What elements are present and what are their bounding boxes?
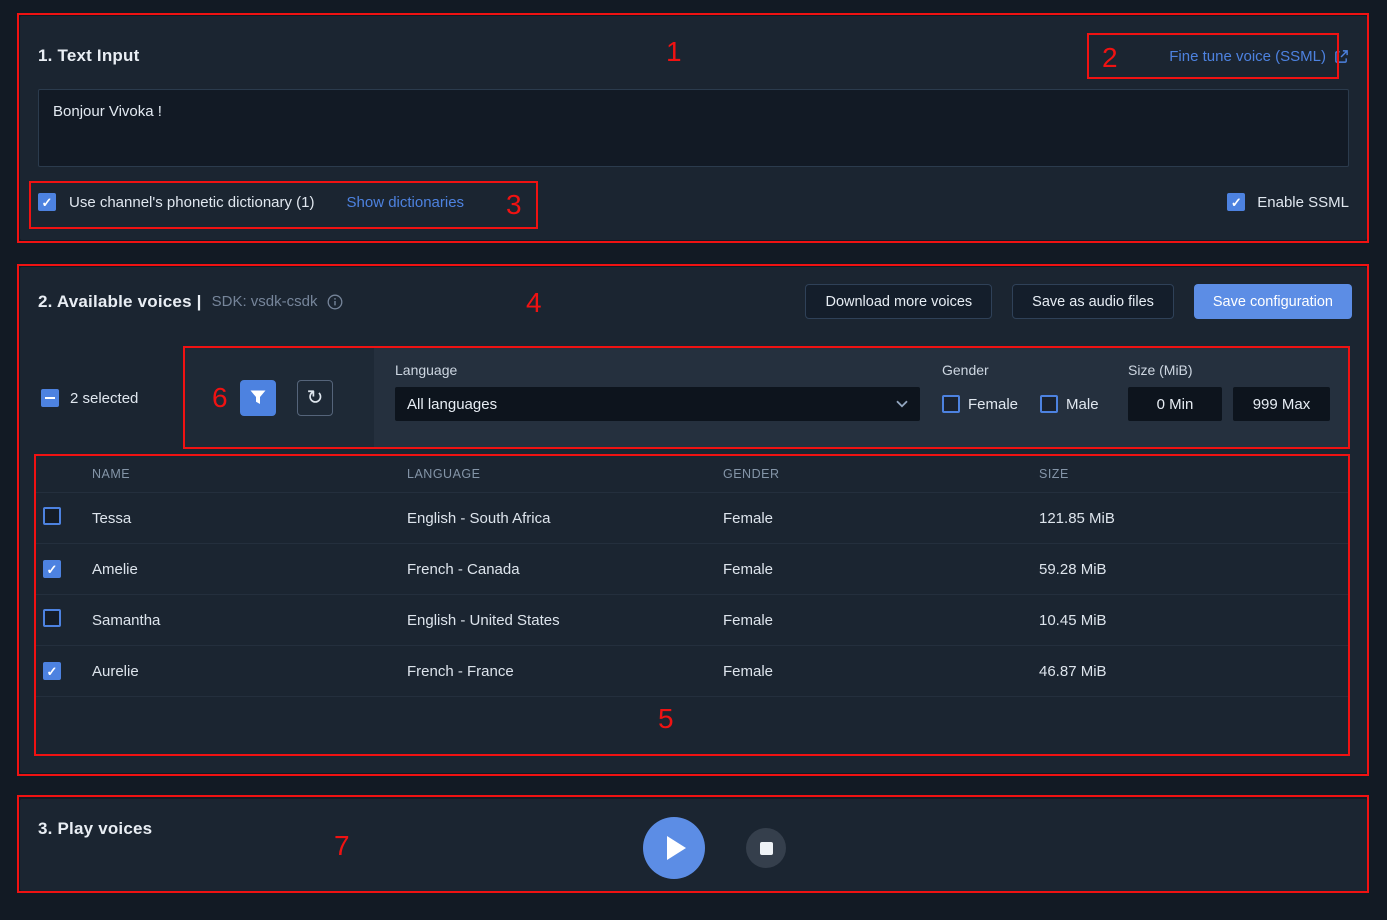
voice-size: 59.28 MiB (1039, 561, 1349, 578)
column-header-language: LANGUAGE (407, 467, 723, 481)
voice-name: Aurelie (92, 663, 407, 680)
voice-language: English - United States (407, 612, 723, 629)
show-dictionaries-link[interactable]: Show dictionaries (347, 194, 465, 211)
filter-toolbar: ↻ Language All languages Gender (184, 347, 1350, 448)
play-icon (667, 836, 686, 860)
phonetic-dictionary-checkbox[interactable] (38, 193, 56, 211)
fine-tune-ssml-label: Fine tune voice (SSML) (1169, 48, 1326, 65)
voice-gender: Female (723, 612, 1039, 629)
text-input-area[interactable]: Bonjour Vivoka ! (38, 89, 1349, 167)
voice-row: Tessa English - South Africa Female 121.… (35, 492, 1349, 543)
info-icon[interactable] (327, 294, 343, 310)
save-audio-files-button[interactable]: Save as audio files (1012, 284, 1174, 319)
voice-size: 121.85 MiB (1039, 510, 1349, 527)
voice-row-checkbox[interactable] (43, 560, 61, 578)
male-label: Male (1066, 396, 1099, 413)
voice-gender: Female (723, 561, 1039, 578)
enable-ssml-checkbox[interactable] (1227, 193, 1245, 211)
stop-button[interactable] (746, 828, 786, 868)
voice-name: Amelie (92, 561, 407, 578)
female-checkbox[interactable] (942, 395, 960, 413)
voice-row: Samantha English - United States Female … (35, 594, 1349, 645)
refresh-icon: ↻ (307, 388, 324, 408)
text-input-section: 1. Text Input Fine tune voice (SSML) Bon… (20, 16, 1367, 240)
voice-row: Aurelie French - France Female 46.87 MiB (35, 645, 1349, 697)
select-all-checkbox[interactable] (41, 389, 59, 407)
language-filter-label: Language (395, 362, 920, 378)
column-header-name: NAME (92, 467, 407, 481)
column-header-gender: GENDER (723, 467, 1039, 481)
voice-language: French - France (407, 663, 723, 680)
external-link-icon (1334, 49, 1349, 64)
sdk-label: SDK: vsdk-csdk (212, 293, 318, 310)
size-filter-label: Size (MiB) (1128, 362, 1330, 378)
save-configuration-button[interactable]: Save configuration (1194, 284, 1352, 319)
download-more-voices-button[interactable]: Download more voices (805, 284, 992, 319)
selection-count: 2 selected (41, 389, 138, 407)
play-voices-section: 3. Play voices (20, 799, 1367, 891)
phonetic-dictionary-label: Use channel's phonetic dictionary (1) (69, 194, 315, 211)
voice-name: Tessa (92, 510, 407, 527)
voice-row-checkbox[interactable] (43, 609, 61, 627)
play-button[interactable] (643, 817, 705, 879)
filter-button[interactable] (240, 380, 276, 416)
selection-count-label: 2 selected (70, 390, 138, 407)
chevron-down-icon (896, 400, 908, 408)
play-voices-title: 3. Play voices (38, 819, 152, 839)
voices-table: NAME LANGUAGE GENDER SIZE Tessa English … (35, 455, 1349, 697)
filter-actions: ↻ (184, 347, 374, 448)
available-voices-title: 2. Available voices | (38, 292, 202, 312)
voice-name: Samantha (92, 612, 407, 629)
voice-language: French - Canada (407, 561, 723, 578)
voice-gender: Female (723, 663, 1039, 680)
gender-filter-label: Gender (942, 362, 1106, 378)
language-filter-group: Language All languages (395, 362, 920, 448)
size-min-input[interactable] (1128, 387, 1222, 421)
column-header-size: SIZE (1039, 467, 1349, 481)
voice-row-checkbox[interactable] (43, 507, 61, 525)
voices-table-body: Tessa English - South Africa Female 121.… (35, 492, 1349, 697)
size-filter-group: Size (MiB) (1128, 362, 1330, 448)
enable-ssml-label: Enable SSML (1257, 194, 1349, 211)
stop-icon (760, 842, 773, 855)
size-max-input[interactable] (1233, 387, 1330, 421)
voice-config-page: 1. Text Input Fine tune voice (SSML) Bon… (0, 0, 1387, 920)
gender-filter-group: Gender Female Male (942, 362, 1106, 448)
language-select-value: All languages (407, 396, 497, 413)
filter-icon (250, 390, 266, 405)
voices-table-header: NAME LANGUAGE GENDER SIZE (35, 455, 1349, 492)
language-select[interactable]: All languages (395, 387, 920, 421)
voice-size: 46.87 MiB (1039, 663, 1349, 680)
refresh-button[interactable]: ↻ (297, 380, 333, 416)
fine-tune-ssml-link[interactable]: Fine tune voice (SSML) (1169, 48, 1349, 65)
voice-size: 10.45 MiB (1039, 612, 1349, 629)
filter-fields: Language All languages Gender Female (374, 347, 1350, 448)
text-input-title: 1. Text Input (38, 46, 139, 66)
voice-language: English - South Africa (407, 510, 723, 527)
voice-gender: Female (723, 510, 1039, 527)
male-checkbox[interactable] (1040, 395, 1058, 413)
voice-row: Amelie French - Canada Female 59.28 MiB (35, 543, 1349, 594)
female-label: Female (968, 396, 1018, 413)
available-voices-section: 2. Available voices | SDK: vsdk-csdk Dow… (20, 267, 1367, 773)
voice-row-checkbox[interactable] (43, 662, 61, 680)
